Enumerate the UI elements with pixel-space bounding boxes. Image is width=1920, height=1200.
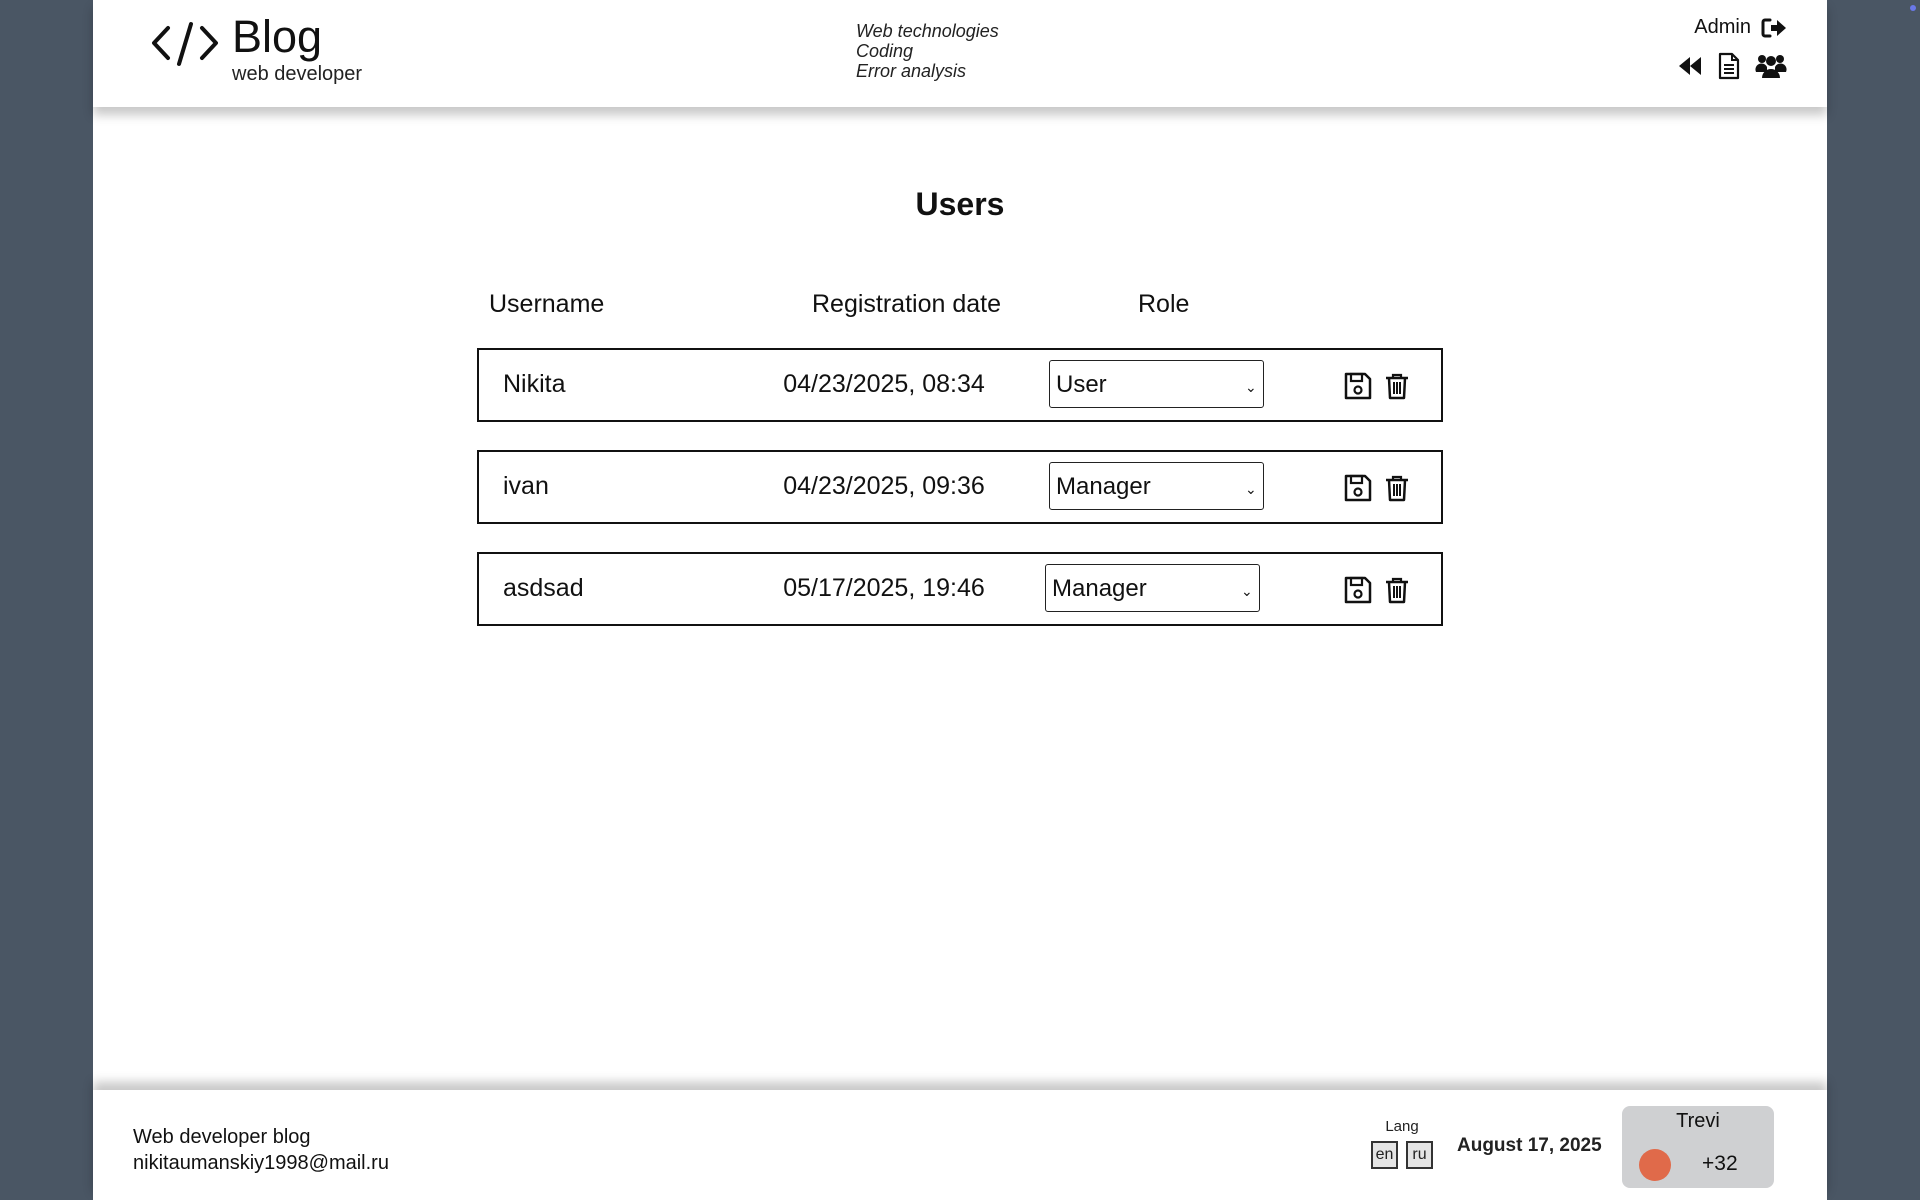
admin-name: Admin <box>1694 16 1751 38</box>
column-username: Username <box>489 290 605 318</box>
weather-temperature: +32 <box>1702 1152 1738 1175</box>
admin-area: Admin <box>1587 16 1787 86</box>
weather-widget: Trevi +32 <box>1622 1106 1774 1188</box>
weather-city: Trevi <box>1676 1110 1720 1132</box>
table-row: asdsad 05/17/2025, 19:46 User Manager ⌄ <box>477 552 1443 626</box>
logo-title: Blog <box>232 11 323 62</box>
row-username: asdsad <box>503 574 584 602</box>
table-row: Nikita 04/23/2025, 08:34 User Manager ⌄ <box>477 348 1443 422</box>
lang-en-button[interactable]: en <box>1371 1141 1398 1169</box>
role-select[interactable]: User Manager <box>1049 462 1264 510</box>
document-icon[interactable] <box>1717 52 1741 80</box>
row-registration-date: 04/23/2025, 09:36 <box>783 472 985 500</box>
page-title: Users <box>915 186 1005 222</box>
users-icon[interactable] <box>1755 52 1787 80</box>
weather-sun-icon <box>1639 1149 1671 1181</box>
footer-blog-name: Web developer blog <box>133 1126 311 1148</box>
table-row: ivan 04/23/2025, 09:36 User Manager ⌄ <box>477 450 1443 524</box>
floppy-disk-icon[interactable] <box>1344 372 1372 400</box>
footer-date: August 17, 2025 <box>1457 1135 1602 1156</box>
logo-subtitle: web developer <box>232 63 363 85</box>
role-select[interactable]: User Manager <box>1045 564 1260 612</box>
trash-icon[interactable] <box>1384 576 1410 604</box>
page: Blog web developer Web technologies Codi… <box>93 0 1827 1200</box>
header: Blog web developer Web technologies Codi… <box>93 0 1827 107</box>
language-switcher: Lang en ru <box>1371 1118 1433 1169</box>
lang-label: Lang <box>1385 1118 1419 1135</box>
topic-coding[interactable]: Coding <box>856 41 999 61</box>
backward-icon[interactable] <box>1677 55 1703 77</box>
row-username: Nikita <box>503 370 566 398</box>
floppy-disk-icon[interactable] <box>1344 576 1372 604</box>
floppy-disk-icon[interactable] <box>1344 474 1372 502</box>
column-role: Role <box>1138 290 1190 318</box>
users-table: Nikita 04/23/2025, 08:34 User Manager ⌄ … <box>477 348 1443 654</box>
sign-out-icon[interactable] <box>1761 17 1787 39</box>
topics-list: Web technologies Coding Error analysis <box>856 21 999 81</box>
row-registration-date: 04/23/2025, 08:34 <box>783 370 985 398</box>
status-dot <box>1910 5 1916 11</box>
footer: Web developer blog nikitaumanskiy1998@ma… <box>93 1090 1827 1200</box>
code-icon <box>152 22 218 66</box>
footer-email[interactable]: nikitaumanskiy1998@mail.ru <box>133 1150 389 1176</box>
row-registration-date: 05/17/2025, 19:46 <box>783 574 985 602</box>
topic-error-analysis[interactable]: Error analysis <box>856 61 999 81</box>
role-select[interactable]: User Manager <box>1049 360 1264 408</box>
lang-ru-button[interactable]: ru <box>1406 1141 1433 1169</box>
trash-icon[interactable] <box>1384 474 1410 502</box>
column-registration-date: Registration date <box>812 290 1002 318</box>
logo[interactable]: Blog web developer <box>150 11 363 86</box>
topic-web-technologies[interactable]: Web technologies <box>856 21 999 41</box>
row-username: ivan <box>503 472 549 500</box>
trash-icon[interactable] <box>1384 372 1410 400</box>
